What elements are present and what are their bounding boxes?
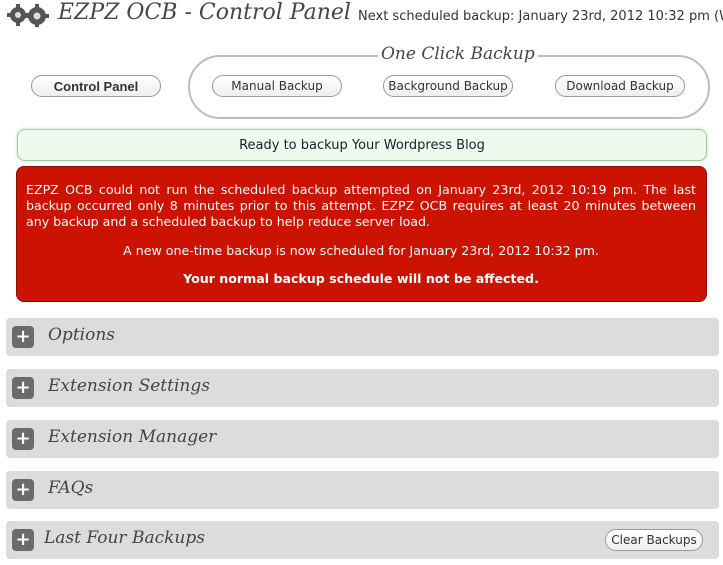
download-backup-button[interactable]: Download Backup [555, 75, 685, 97]
next-backup-text: Next scheduled backup: January 23rd, 201… [358, 9, 723, 24]
panel-title-options: Options [48, 325, 115, 345]
expand-plus-icon[interactable]: + [12, 529, 34, 551]
error-message: EZPZ OCB could not run the scheduled bac… [26, 182, 696, 229]
panel-title-faqs: FAQs [48, 478, 94, 498]
extension-manager-panel-header[interactable]: + Extension Manager [6, 420, 719, 458]
control-panel-button[interactable]: Control Panel [31, 75, 161, 97]
options-panel-header[interactable]: + Options [6, 318, 719, 356]
page-title: EZPZ OCB - Control Panel [58, 0, 351, 25]
schedule-note: Your normal backup schedule will not be … [183, 271, 539, 286]
expand-plus-icon[interactable]: + [12, 479, 34, 501]
extension-settings-panel-header[interactable]: + Extension Settings [6, 369, 719, 407]
expand-plus-icon[interactable]: + [12, 326, 34, 348]
last-four-backups-panel-header[interactable]: + Last Four Backups Clear Backups [6, 521, 719, 559]
panel-title-extension-manager: Extension Manager [48, 427, 217, 447]
error-notice: EZPZ OCB could not run the scheduled bac… [16, 166, 707, 302]
faqs-panel-header[interactable]: + FAQs [6, 471, 719, 509]
expand-plus-icon[interactable]: + [12, 428, 34, 450]
reschedule-message: A new one-time backup is now scheduled f… [123, 243, 599, 258]
panel-title-last-four-backups: Last Four Backups [44, 528, 205, 548]
background-backup-button[interactable]: Background Backup [383, 75, 513, 97]
page-header: EZPZ OCB - Control Panel Next scheduled … [0, 0, 723, 34]
manual-backup-button[interactable]: Manual Backup [212, 75, 342, 97]
clear-backups-button[interactable]: Clear Backups [605, 529, 703, 551]
one-click-backup-legend: One Click Backup [378, 44, 538, 64]
panel-title-extension-settings: Extension Settings [48, 376, 210, 396]
status-message: Ready to backup Your Wordpress Blog [17, 129, 707, 161]
gears-logo-icon [7, 4, 49, 27]
expand-plus-icon[interactable]: + [12, 377, 34, 399]
